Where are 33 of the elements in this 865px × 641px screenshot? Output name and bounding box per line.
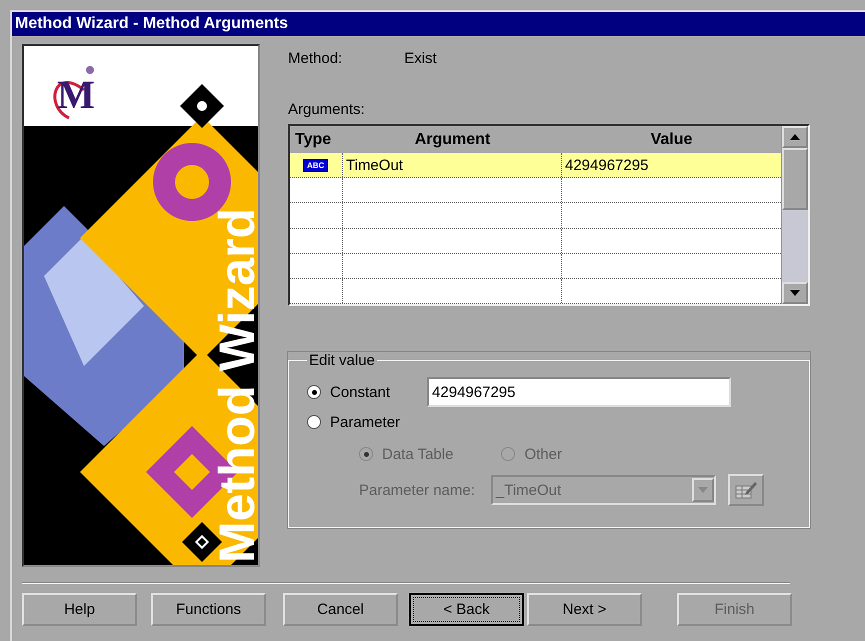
window-title: Method Wizard - Method Arguments: [12, 12, 865, 36]
method-value: Exist: [404, 50, 437, 67]
wizard-button[interactable]: Next >: [527, 593, 642, 626]
text-type-badge: ABC: [303, 158, 328, 172]
radio-label: Other: [524, 446, 562, 462]
constant-value-field[interactable]: 4294967295: [427, 377, 732, 407]
column-header: Argument: [414, 130, 492, 149]
method-label: Method:: [288, 50, 342, 67]
group-title: Edit value: [308, 352, 376, 369]
banner-title: Method Wizard: [209, 208, 260, 563]
table-cell-text: 4294967295: [564, 156, 650, 176]
radio-button[interactable]: [307, 415, 321, 429]
column-header: Value: [650, 130, 694, 149]
down-arrow-icon: [790, 290, 800, 296]
arguments-label: Arguments:: [288, 101, 366, 118]
scrollbar[interactable]: [781, 126, 808, 304]
radio-label: Parameter: [330, 414, 400, 430]
argument-row[interactable]: ABC TimeOut 4294967295: [290, 153, 781, 178]
dropdown-arrow-icon: [698, 487, 708, 493]
table-pencil-icon: [734, 480, 758, 500]
radio-label: Constant: [330, 384, 390, 400]
wizard-button[interactable]: Cancel: [283, 593, 398, 626]
column-header: Type: [294, 130, 332, 149]
table-cell: TimeOut: [343, 153, 562, 178]
wizard-button[interactable]: < Back: [409, 593, 524, 626]
edit-parameter-button[interactable]: [728, 474, 764, 506]
parameter-name-label: Parameter name:: [359, 482, 475, 498]
radio-button[interactable]: [307, 385, 321, 399]
wizard-button[interactable]: Functions: [151, 593, 266, 626]
logo: M: [53, 66, 95, 120]
wizard-button[interactable]: Help: [22, 593, 137, 626]
up-arrow-icon: [790, 134, 800, 140]
radio-label: Data Table: [382, 446, 454, 462]
